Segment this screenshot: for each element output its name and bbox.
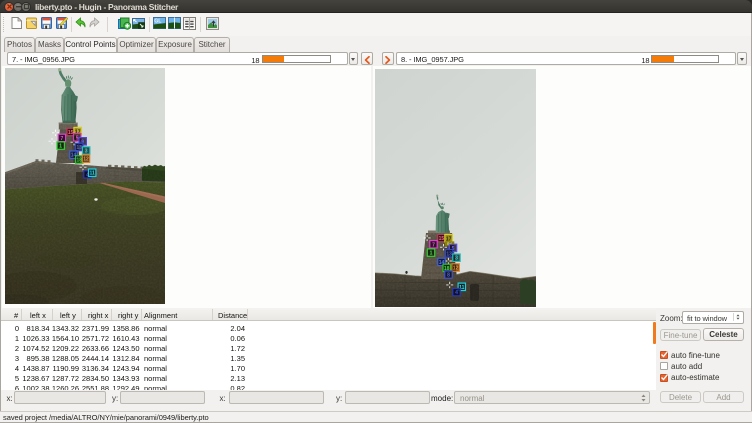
svg-text:7: 7 [61, 136, 64, 142]
svg-text:15: 15 [68, 130, 74, 136]
svg-text:12: 12 [83, 157, 89, 163]
svg-text:13: 13 [446, 251, 452, 257]
svg-text:GL: GL [154, 19, 162, 25]
svg-text:4: 4 [455, 290, 458, 296]
svg-text:12: 12 [453, 266, 459, 272]
svg-text:18: 18 [77, 158, 83, 164]
svg-text:5: 5 [76, 135, 79, 141]
svg-text:3: 3 [85, 149, 88, 155]
svg-text:1: 1 [59, 144, 62, 150]
svg-text:7: 7 [432, 242, 435, 248]
svg-text:3: 3 [455, 256, 458, 262]
svg-text:8: 8 [447, 273, 450, 279]
svg-text:1: 1 [430, 251, 433, 257]
svg-text:15: 15 [439, 236, 445, 242]
svg-text:13: 13 [76, 145, 82, 151]
svg-text:11: 11 [90, 171, 96, 177]
